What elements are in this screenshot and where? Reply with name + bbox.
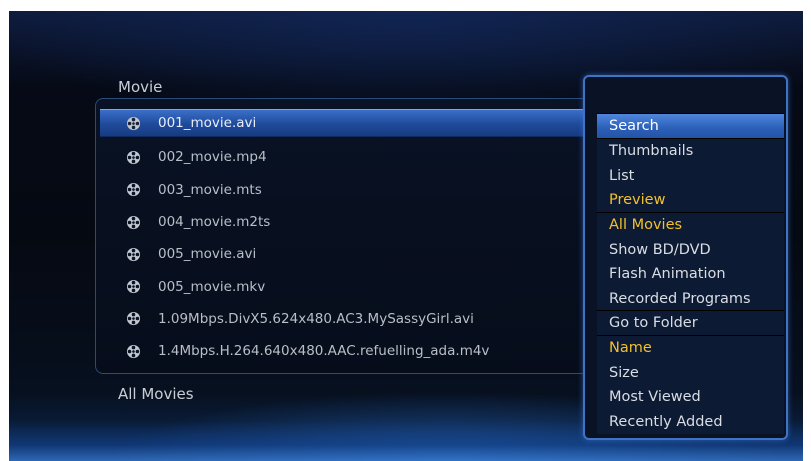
- current-filter-label: All Movies: [118, 385, 194, 403]
- menu-item-sort-name[interactable]: Name: [597, 336, 784, 361]
- file-row[interactable]: 001_movie.avi: [100, 109, 600, 137]
- film-reel-icon: [126, 247, 141, 261]
- menu-group-view: Thumbnails List Preview: [597, 138, 784, 213]
- file-row[interactable]: 003_movie.mts: [100, 174, 600, 206]
- film-reel-icon: [126, 312, 141, 326]
- menu-item-recorded-programs[interactable]: Recorded Programs: [597, 287, 784, 312]
- menu-item-preview[interactable]: Preview: [597, 188, 784, 213]
- menu-group-search: Search: [597, 113, 784, 139]
- film-reel-icon: [126, 215, 141, 229]
- file-name: 003_movie.mts: [158, 181, 262, 198]
- menu-group-folder: Go to Folder: [597, 310, 784, 336]
- file-name: 005_movie.mkv: [158, 278, 266, 295]
- file-name: 001_movie.avi: [158, 115, 257, 131]
- menu-item-sort-size[interactable]: Size: [597, 361, 784, 386]
- menu-item-show-bd-dvd[interactable]: Show BD/DVD: [597, 238, 784, 263]
- file-name: 002_movie.mp4: [158, 149, 267, 166]
- menu-item-flash-animation[interactable]: Flash Animation: [597, 262, 784, 287]
- file-row[interactable]: 005_movie.avi: [100, 238, 600, 270]
- file-row[interactable]: 004_movie.m2ts: [100, 206, 600, 238]
- film-reel-icon: [126, 150, 141, 164]
- menu-item-search[interactable]: Search: [597, 114, 784, 139]
- menu-item-all-movies[interactable]: All Movies: [597, 213, 784, 238]
- menu-group-sort: Name Size Most Viewed Recently Added: [597, 335, 784, 434]
- film-reel-icon: [126, 183, 141, 197]
- file-row[interactable]: 1.4Mbps.H.264.640x480.AAC.refuelling_ada…: [100, 335, 600, 367]
- file-row[interactable]: 005_movie.mkv: [100, 270, 600, 302]
- file-name: 1.09Mbps.DivX5.624x480.AC3.MySassyGirl.a…: [158, 310, 474, 327]
- menu-item-thumbnails[interactable]: Thumbnails: [597, 139, 784, 164]
- menu-item-list[interactable]: List: [597, 164, 784, 189]
- options-menu: Search Thumbnails List Preview All Movie…: [583, 75, 788, 440]
- film-reel-icon: [126, 116, 141, 130]
- film-reel-icon: [126, 280, 141, 294]
- film-reel-icon: [126, 344, 141, 358]
- file-row[interactable]: 1.09Mbps.DivX5.624x480.AC3.MySassyGirl.a…: [100, 303, 600, 335]
- menu-item-sort-recently-added[interactable]: Recently Added: [597, 410, 784, 435]
- file-name: 004_movie.m2ts: [158, 214, 271, 231]
- menu-item-sort-most-viewed[interactable]: Most Viewed: [597, 385, 784, 410]
- menu-item-go-to-folder[interactable]: Go to Folder: [597, 311, 784, 336]
- section-title: Movie: [118, 78, 163, 96]
- file-name: 1.4Mbps.H.264.640x480.AAC.refuelling_ada…: [158, 343, 490, 360]
- file-list: 001_movie.avi 002_movie.mp4 003_movie.mt…: [100, 109, 600, 367]
- menu-group-filter: All Movies Show BD/DVD Flash Animation R…: [597, 212, 784, 311]
- file-name: 005_movie.avi: [158, 246, 257, 263]
- file-row[interactable]: 002_movie.mp4: [100, 141, 600, 173]
